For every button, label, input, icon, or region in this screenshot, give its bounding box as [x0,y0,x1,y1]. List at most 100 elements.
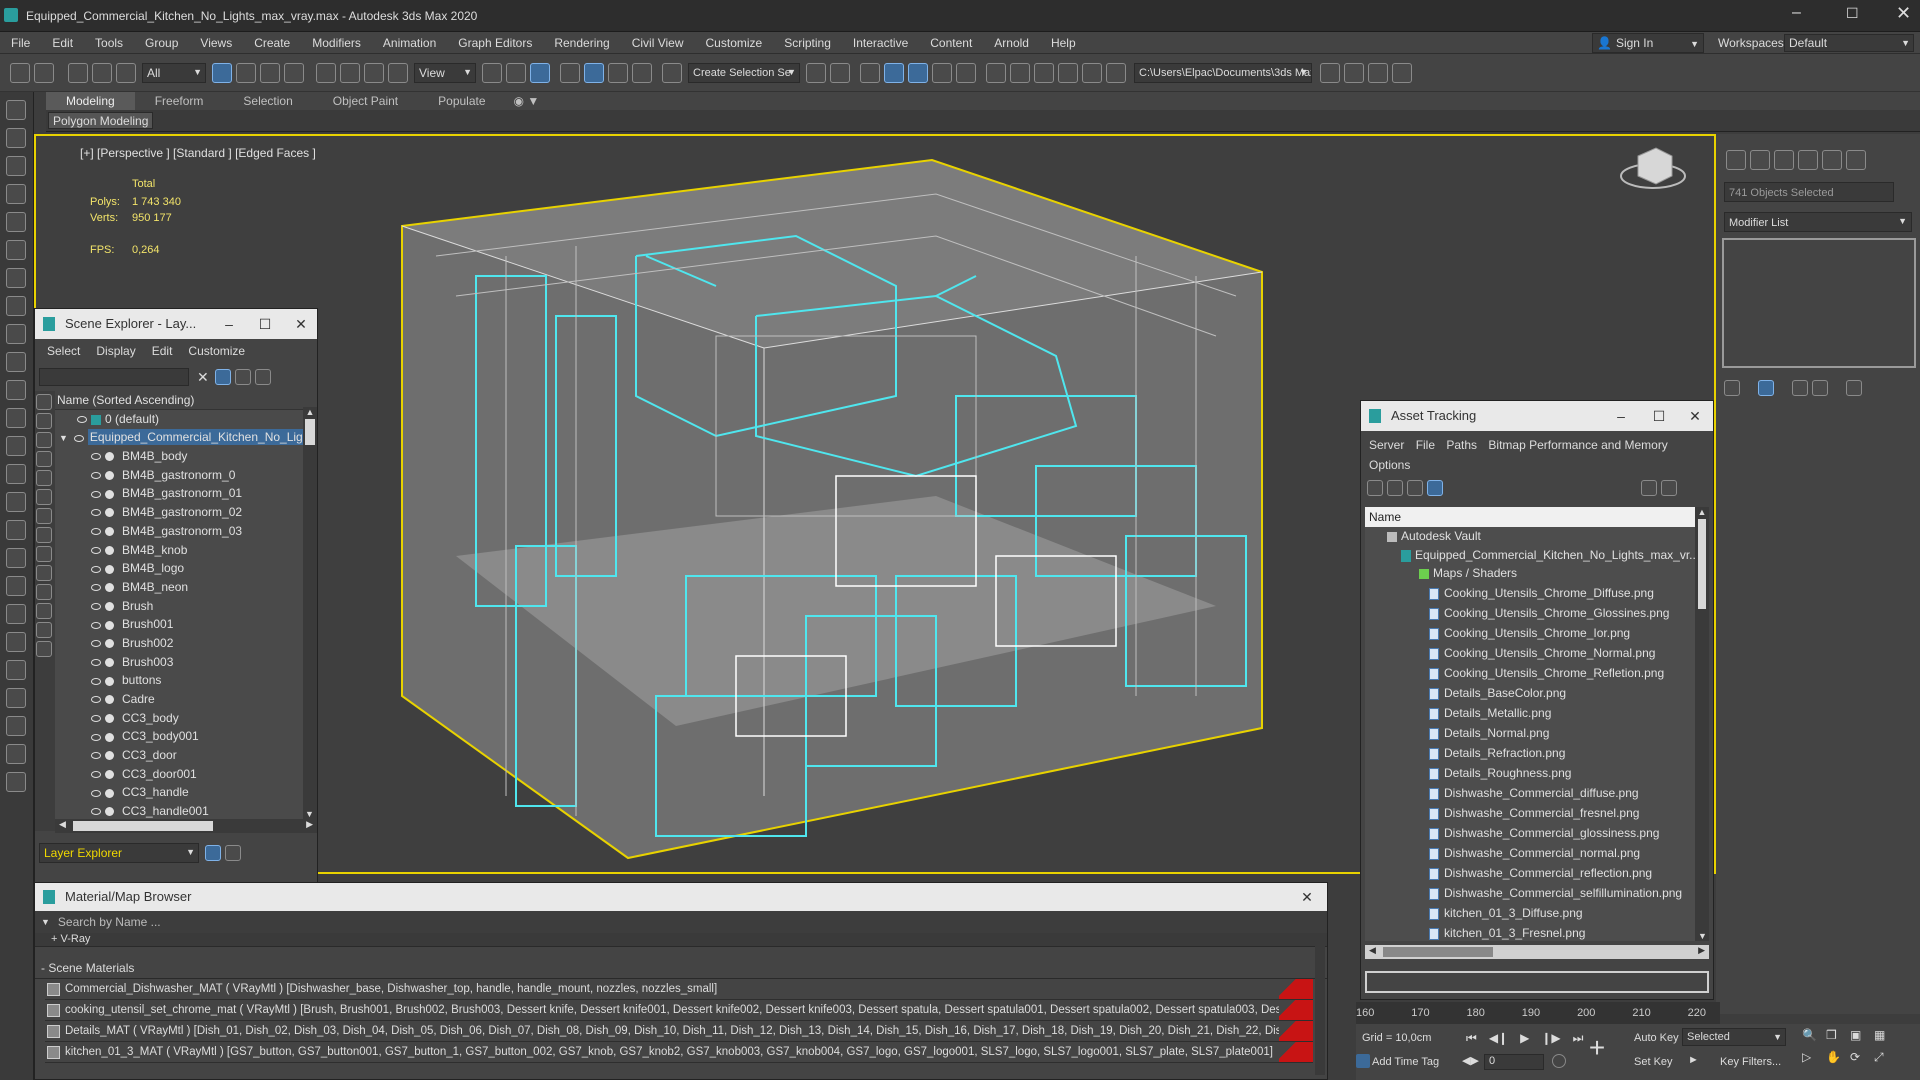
asset-map-row[interactable]: Cooking_Utensils_Chrome_Diffuse.png [1365,583,1695,603]
visibility-eye-icon[interactable] [91,509,101,517]
scene-object-row[interactable]: BM4B_gastronorm_02 [55,503,303,522]
set-key-big-icon[interactable]: + [1582,1028,1612,1068]
key-filters-button[interactable]: Key Filters... [1720,1056,1781,1068]
scene-explorer-menu-display[interactable]: Display [88,344,143,358]
torus-icon[interactable] [6,492,26,512]
list-view-icon[interactable] [1387,480,1403,496]
maxscript-icon[interactable] [6,744,26,764]
show-end-result-icon[interactable] [1758,380,1774,396]
asset-vault-row[interactable]: Autodesk Vault [1365,527,1695,546]
asset-map-row[interactable]: Dishwashe_Commercial_normal.png [1365,843,1695,863]
time-configuration-icon[interactable] [1552,1054,1566,1068]
sort-by-hierarchy-icon[interactable] [225,845,241,861]
layer-icon[interactable] [6,184,26,204]
scene-explorer-menu-customize[interactable]: Customize [180,344,253,358]
workspace-dropdown[interactable]: Default ▼ [1784,34,1914,52]
explorer-type-dropdown[interactable]: Layer Explorer ▼ [39,843,199,863]
orbit-icon[interactable]: ⟳ [1850,1050,1874,1072]
scene-explorer-horizontal-scrollbar[interactable]: ◀ ▶ [55,819,317,833]
toggle-layer-explorer-icon[interactable] [884,62,904,83]
make-unique-icon[interactable] [1792,380,1808,396]
scroll-right-icon[interactable]: ▶ [1698,945,1705,956]
scroll-up-icon[interactable]: ▲ [303,407,317,417]
asset-status-field[interactable] [1365,971,1709,993]
visibility-eye-icon[interactable] [91,658,101,666]
scene-object-row[interactable]: buttons [55,671,303,690]
scene-object-row[interactable]: Brush002 [55,634,303,653]
visibility-eye-icon[interactable] [73,434,84,442]
scene-object-row[interactable]: BM4B_gastronorm_03 [55,522,303,541]
polygon-modeling-label[interactable]: Polygon Modeling [48,112,154,129]
curve-editor-icon[interactable] [932,62,952,83]
add-time-tag-button[interactable]: Add Time Tag [1372,1056,1439,1068]
cone-icon[interactable] [6,436,26,456]
asset-group-row[interactable]: Maps / Shaders [1365,564,1695,583]
configure-modifier-sets-icon[interactable] [1846,380,1862,396]
maximize-viewport-icon[interactable]: ⤢ [1874,1050,1898,1072]
place-icon[interactable] [388,62,408,83]
visibility-eye-icon[interactable] [91,640,101,648]
visibility-eye-icon[interactable] [91,584,101,592]
sort-by-layer-icon[interactable] [205,845,221,861]
plane-icon[interactable] [6,408,26,428]
display-groups-icon[interactable] [36,546,52,562]
display-geometry-icon[interactable] [36,432,52,448]
material-browser-scrollbar[interactable] [1315,935,1325,1075]
material-browser-close-button[interactable]: ✕ [1289,883,1325,911]
layer-root-row[interactable]: ▼ Equipped_Commercial_Kitchen_No_Lights [55,428,303,447]
display-containers-icon[interactable] [36,603,52,619]
visibility-eye-icon[interactable] [77,416,87,424]
menu-group[interactable]: Group [134,32,189,54]
filter-icon[interactable] [214,369,231,385]
modifier-stack[interactable] [1722,238,1916,368]
next-frame-icon[interactable]: ❙▶ [1535,1031,1566,1045]
asset-vertical-scrollbar[interactable]: ▲ ▼ [1695,507,1709,941]
menu-modifiers[interactable]: Modifiers [301,32,372,54]
menu-edit[interactable]: Edit [41,32,84,54]
menu-help[interactable]: Help [1040,32,1087,54]
tab-freeform[interactable]: Freeform [135,92,224,110]
scene-material-row[interactable]: Commercial_Dishwasher_MAT ( VRayMtl ) [D… [45,979,1313,1000]
scene-object-row[interactable]: BM4B_gastronorm_0 [55,466,303,485]
material-editor-icon[interactable] [986,62,1006,83]
scroll-thumb[interactable] [73,821,213,831]
zoom-extents-all-icon[interactable]: ▦ [1874,1028,1898,1050]
ribbon-options-icon[interactable]: ◉ ▼ [506,92,548,110]
schematic-view-icon[interactable] [956,62,976,83]
current-frame-field[interactable]: 0 [1484,1054,1544,1070]
select-object-icon[interactable] [212,62,232,83]
display-lights-icon[interactable] [36,470,52,486]
scene-object-row[interactable]: Cadre [55,690,303,709]
asset-map-row[interactable]: Cooking_Utensils_Chrome_Glossines.png [1365,603,1695,623]
bind-space-warp-icon[interactable] [116,62,136,83]
scroll-down-icon[interactable]: ▼ [1698,931,1707,941]
asset-map-row[interactable]: Dishwashe_Commercial_reflection.png [1365,863,1695,883]
align-icon[interactable] [830,62,850,83]
asset-menu-server[interactable]: Server [1365,438,1408,452]
visibility-eye-icon[interactable] [91,789,101,797]
list-icon[interactable] [6,212,26,232]
scene-object-row[interactable]: BM4B_neon [55,578,303,597]
select-manipulate-icon[interactable] [506,62,526,83]
close-button[interactable]: ✕ [1896,3,1911,24]
asset-map-row[interactable]: Cooking_Utensils_Chrome_Normal.png [1365,643,1695,663]
spinner-snap-icon[interactable] [632,62,652,83]
set-project-icon[interactable] [1392,62,1412,83]
menu-views[interactable]: Views [189,32,243,54]
menu-rendering[interactable]: Rendering [543,32,620,54]
scene-explorer-menu-select[interactable]: Select [39,344,88,358]
select-by-name-icon[interactable] [236,62,256,83]
project-folder-icon[interactable] [1320,62,1340,83]
refresh-icon[interactable] [1367,480,1383,496]
visibility-eye-icon[interactable] [91,696,101,704]
add-layer-icon[interactable] [254,369,271,385]
display-warps-icon[interactable] [36,527,52,543]
menu-animation[interactable]: Animation [372,32,447,54]
create-tab-icon[interactable] [1726,150,1746,170]
asset-menu-options[interactable]: Options [1365,458,1414,472]
toggle-scene-explorer-icon[interactable] [860,62,880,83]
scene-explorer-minimize-button[interactable]: – [211,309,247,339]
visibility-eye-icon[interactable] [91,677,101,685]
render-iterative-icon[interactable] [1082,62,1102,83]
script-icon[interactable] [6,716,26,736]
